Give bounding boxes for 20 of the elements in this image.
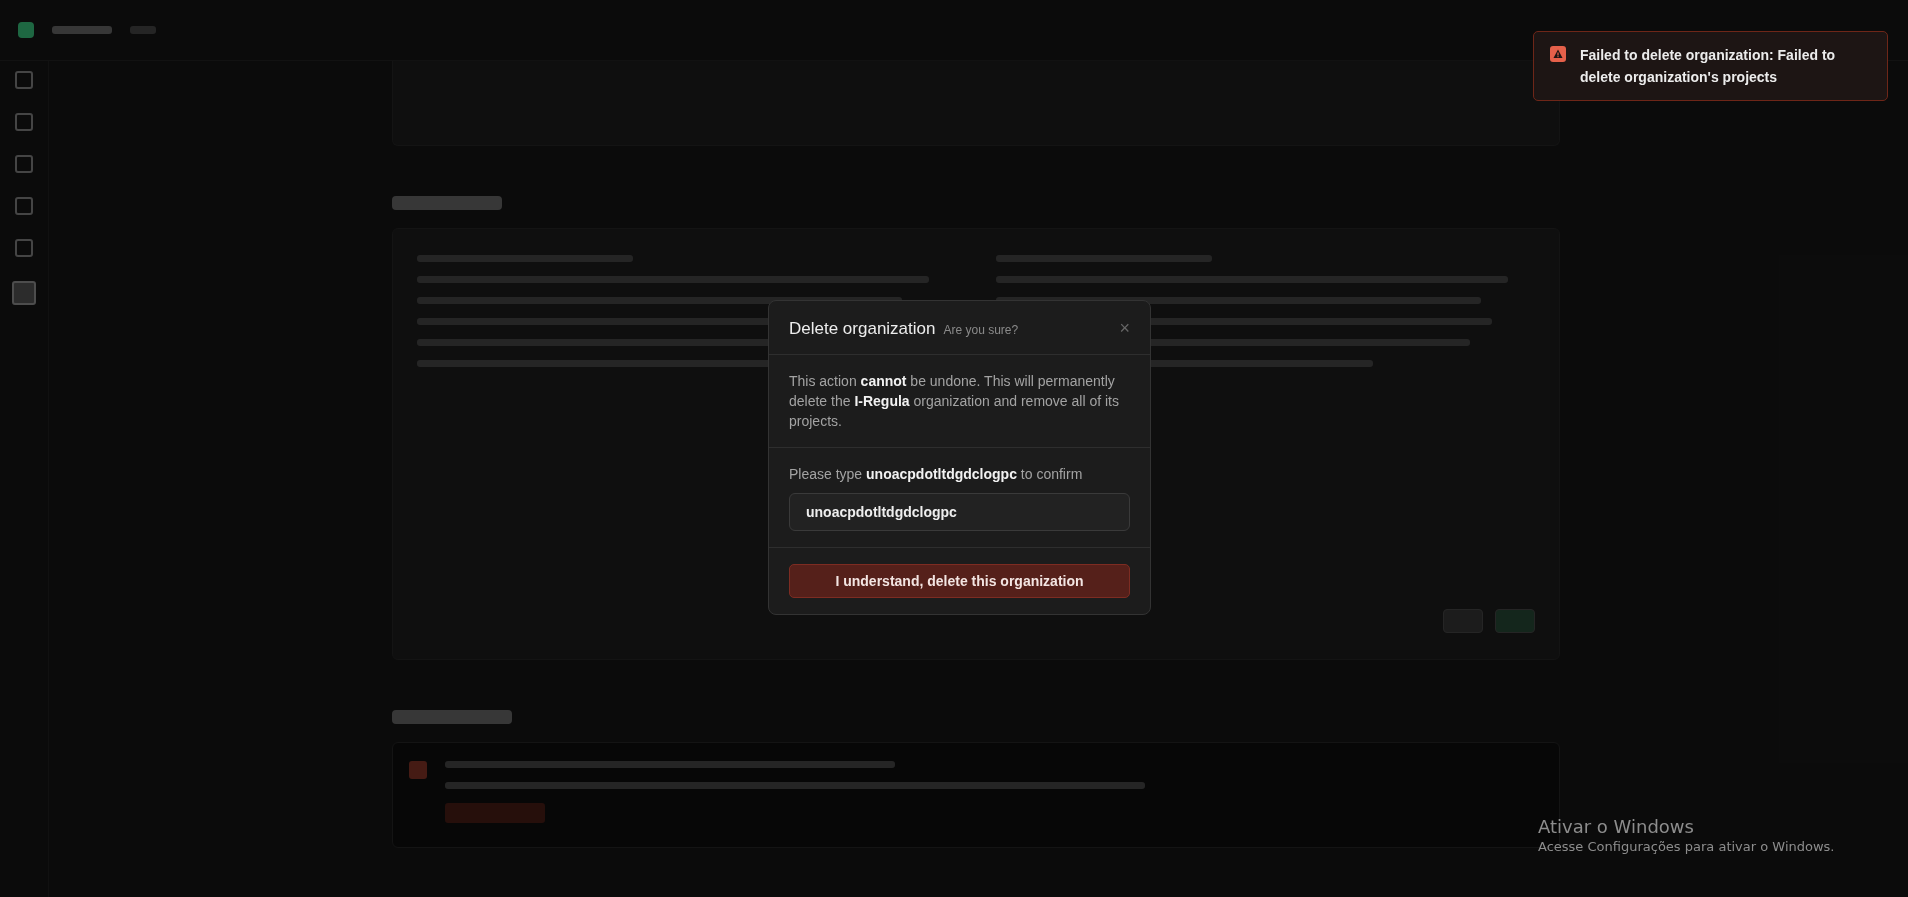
activation-text: Acesse Configurações para ativar o Windows. [1538, 839, 1835, 854]
toast-message: Failed to delete organization: Failed to delete organization's projects [1580, 46, 1837, 87]
dialog-title: Delete organization [789, 319, 936, 339]
nav-icon[interactable] [15, 71, 33, 89]
warning-text: This action cannot be undone. This will permanently delete the I-Regula organization and remove all of its projects. [789, 372, 1120, 431]
confirm-label: Please type unoacpdotltdgdclogpc to confirm [789, 465, 1084, 484]
nav-icon[interactable] [15, 113, 33, 131]
nav-icon[interactable] [15, 155, 33, 173]
nav-icon[interactable] [15, 239, 33, 257]
logo-icon[interactable] [18, 22, 34, 38]
warning-icon [409, 761, 427, 779]
nav-icon[interactable] [12, 281, 36, 305]
nav-icon[interactable] [15, 197, 33, 215]
delete-button[interactable]: I understand, delete this organization [789, 564, 1130, 598]
blurred-text-line [52, 26, 112, 34]
dialog-subtitle: Are you sure? [943, 323, 1019, 337]
blurred-text-line [130, 26, 156, 34]
warning-icon [1550, 46, 1566, 62]
activation-title: Ativar o Windows [1538, 816, 1695, 837]
confirm-input[interactable]: unoacpdotltdgdclogpc [789, 493, 1130, 531]
